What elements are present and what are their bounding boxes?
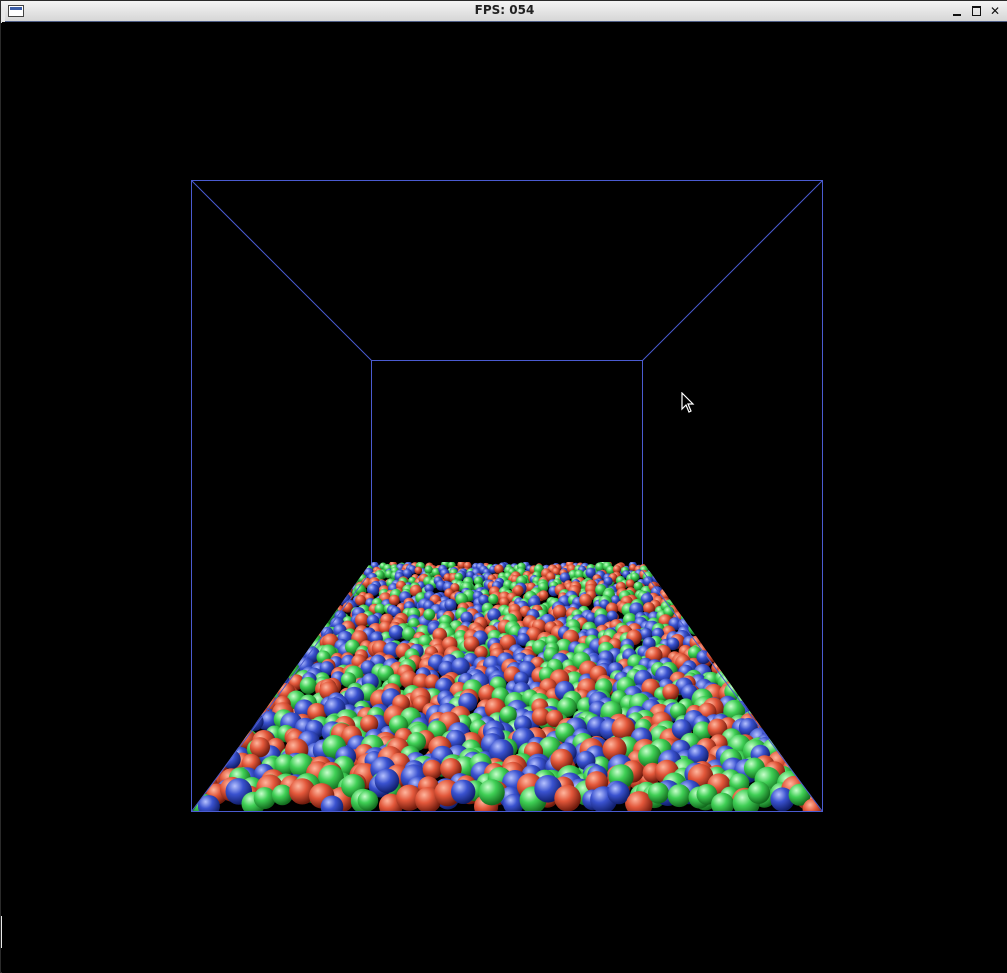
particle	[677, 602, 688, 613]
title-bar[interactable]: FPS: 054 ✕	[1, 1, 1007, 22]
particle	[265, 665, 285, 684]
particle	[793, 755, 815, 777]
particle	[699, 624, 712, 638]
particle	[355, 594, 366, 606]
left-edge-marker	[1, 9, 5, 23]
maximize-icon	[972, 6, 981, 16]
particle	[320, 795, 344, 812]
particle	[711, 792, 735, 812]
mouse-pointer-icon	[681, 392, 695, 413]
window-title: FPS: 054	[474, 3, 535, 17]
particle	[657, 577, 667, 588]
particle	[388, 625, 404, 640]
minimize-button[interactable]	[949, 3, 965, 19]
particle	[388, 594, 400, 606]
particle	[312, 612, 326, 625]
particle-simulation-canvas[interactable]	[2, 22, 1007, 973]
particle	[277, 651, 295, 670]
particle	[707, 632, 723, 647]
particle	[374, 768, 400, 794]
particle	[625, 579, 635, 588]
particle	[662, 683, 680, 701]
particle	[238, 700, 260, 723]
particle	[422, 759, 443, 780]
particle	[284, 653, 298, 667]
particle	[764, 713, 783, 731]
particle	[741, 676, 759, 693]
particle	[478, 779, 505, 806]
simulation-viewport[interactable]	[2, 22, 1007, 973]
particle	[554, 784, 581, 812]
particle	[764, 719, 783, 737]
particle	[334, 588, 347, 601]
box-edge	[191, 180, 372, 361]
particle	[667, 784, 691, 808]
particle	[299, 677, 317, 694]
particle	[253, 787, 276, 810]
particle	[747, 781, 771, 804]
particle	[681, 600, 694, 613]
particle	[357, 790, 379, 811]
particle	[308, 613, 323, 628]
particle	[451, 779, 476, 804]
particle	[538, 590, 549, 601]
minimize-icon	[953, 14, 961, 16]
particle	[325, 598, 338, 611]
particle	[688, 621, 702, 635]
particle	[274, 661, 292, 679]
particle	[647, 782, 670, 804]
particle	[221, 749, 241, 769]
particle	[245, 695, 265, 715]
box-edge	[642, 180, 823, 361]
particle	[718, 650, 735, 667]
particle	[318, 612, 332, 626]
particle	[667, 585, 680, 598]
particle	[660, 580, 670, 590]
particle	[423, 608, 436, 621]
close-button[interactable]: ✕	[987, 3, 1003, 19]
particle	[754, 695, 773, 713]
particle	[758, 701, 777, 720]
particle	[326, 599, 338, 612]
particle	[699, 625, 715, 640]
particle	[552, 604, 567, 619]
particle	[607, 781, 630, 805]
simulation-window: FPS: 054 ✕	[0, 0, 1007, 973]
particle	[225, 719, 247, 742]
particle	[488, 594, 499, 605]
particle	[709, 643, 725, 658]
particle	[579, 593, 592, 607]
particle	[444, 598, 457, 612]
particle	[414, 566, 423, 575]
particle	[289, 640, 303, 654]
particle	[424, 565, 433, 574]
particle-layer	[192, 562, 822, 812]
maximize-button[interactable]	[968, 3, 984, 19]
close-icon: ✕	[989, 4, 1001, 18]
box-back-face	[371, 360, 643, 571]
